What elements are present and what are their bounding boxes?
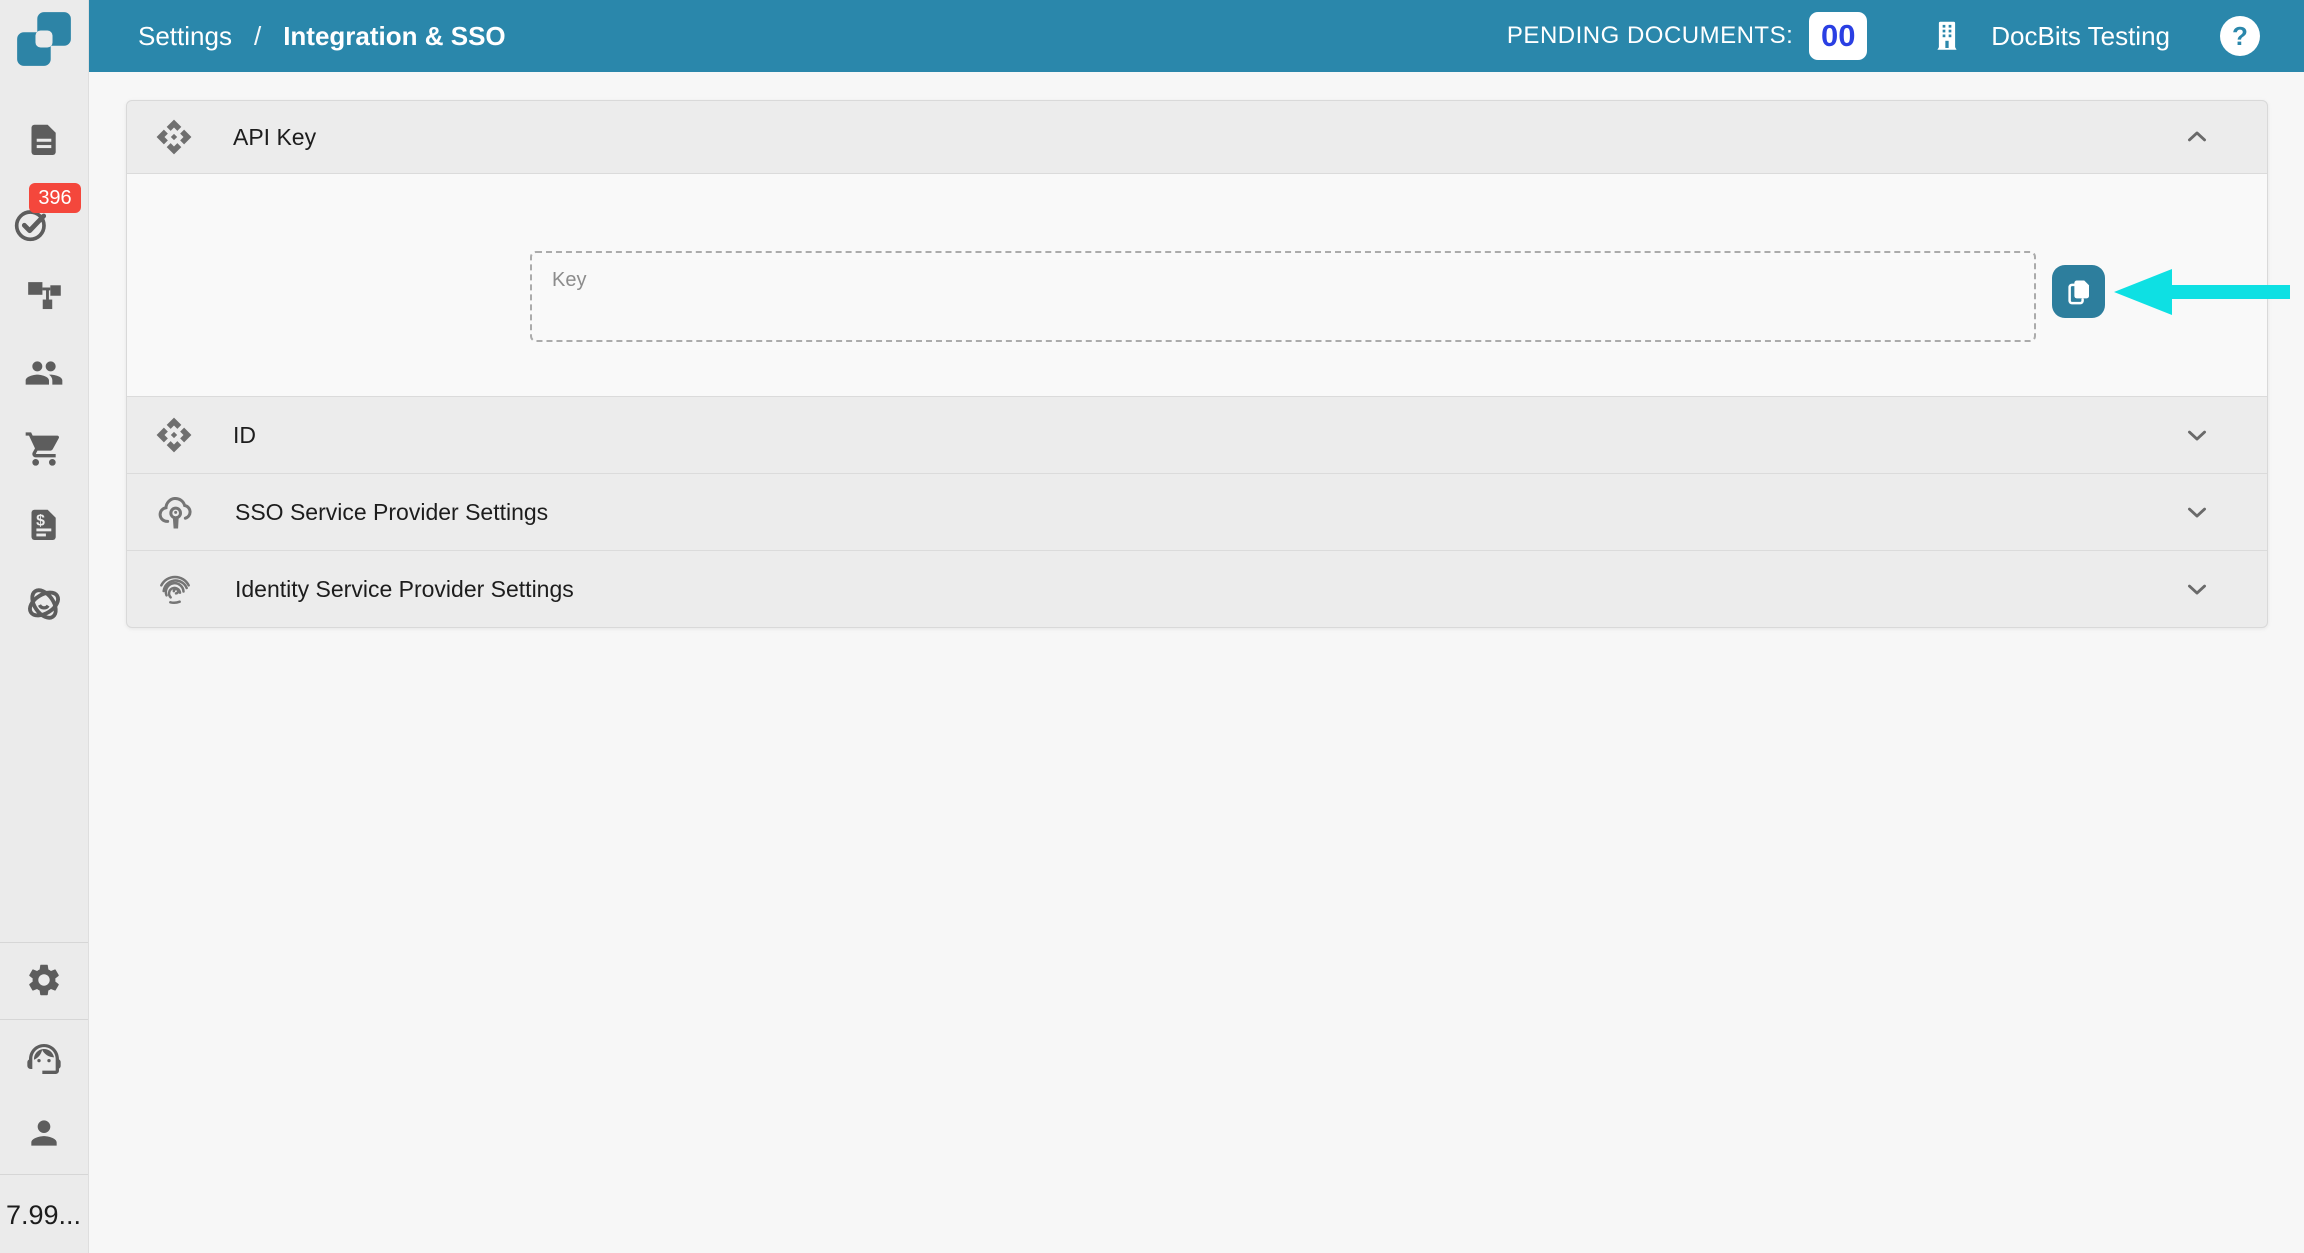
sidebar-item-support[interactable]	[0, 1039, 88, 1079]
docbits-logo[interactable]	[0, 8, 88, 70]
accordion-header-sso[interactable]: SSO Service Provider Settings	[127, 473, 2267, 550]
top-bar-right: PENDING DOCUMENTS: 00 DocBits Test	[1507, 12, 2260, 60]
sidebar-item-account[interactable]	[0, 1114, 88, 1152]
copy-icon	[2064, 277, 2094, 307]
sidebar: 396	[0, 0, 89, 1253]
docbits-logo-icon	[13, 8, 75, 70]
pending-documents-label: PENDING DOCUMENTS:	[1507, 22, 1793, 50]
sidebar-item-workflow[interactable]	[0, 275, 88, 313]
divider	[0, 1019, 88, 1020]
gear-icon	[25, 961, 63, 999]
annotation-arrow	[2114, 269, 2290, 315]
svg-text:$: $	[36, 512, 45, 529]
accordion-header-id[interactable]: ID	[127, 396, 2267, 473]
api-key-panel-body: Key	[127, 173, 2267, 396]
building-icon	[1929, 18, 1965, 54]
accordion-header-api-key[interactable]: API Key	[127, 101, 2267, 173]
chevron-down-icon	[2183, 498, 2211, 526]
building-icon-wrap	[1929, 18, 1965, 54]
chevron-down-icon	[2183, 421, 2211, 449]
api-icon	[155, 118, 193, 156]
top-bar: Settings / Integration & SSO PENDING DOC…	[88, 0, 2304, 72]
api-key-input[interactable]: Key	[530, 251, 2036, 342]
sidebar-item-orders[interactable]	[0, 429, 88, 469]
person-icon	[25, 1114, 63, 1152]
chevron-down-icon	[2183, 575, 2211, 603]
sidebar-item-approvals[interactable]: 396	[0, 183, 88, 247]
version-label: 7.99...	[6, 1200, 86, 1231]
divider	[0, 1174, 88, 1175]
api-icon	[155, 416, 193, 454]
help-button[interactable]: ?	[2220, 16, 2260, 56]
panel-title-sso: SSO Service Provider Settings	[235, 499, 548, 526]
divider	[0, 942, 88, 943]
organization-name[interactable]: DocBits Testing	[1991, 21, 2170, 52]
sidebar-item-integrations[interactable]	[0, 584, 88, 624]
fingerprint-icon	[155, 569, 195, 609]
sidebar-item-invoices[interactable]: $	[0, 506, 88, 544]
pending-documents-count: 00	[1809, 12, 1867, 60]
sidebar-item-documents[interactable]	[0, 121, 88, 159]
cart-icon	[24, 429, 64, 469]
breadcrumb: Settings / Integration & SSO	[138, 21, 506, 52]
sidebar-item-users[interactable]	[0, 353, 88, 393]
app-screen: 396	[0, 0, 2304, 1253]
accordion-header-identity[interactable]: Identity Service Provider Settings	[127, 550, 2267, 627]
panel-title-identity: Identity Service Provider Settings	[235, 576, 574, 603]
chevron-up-icon	[2183, 123, 2211, 151]
people-icon	[24, 353, 64, 393]
orbit-icon	[24, 584, 64, 624]
api-key-field-label: Key	[552, 269, 586, 292]
breadcrumb-current-page: Integration & SSO	[283, 21, 505, 52]
settings-accordion: API Key Key	[126, 100, 2268, 628]
document-icon	[25, 121, 63, 159]
headset-icon	[24, 1039, 64, 1079]
breadcrumb-separator: /	[254, 21, 261, 52]
invoice-icon: $	[25, 506, 63, 544]
cloud-key-icon	[155, 492, 195, 532]
panel-title-id: ID	[233, 422, 256, 449]
copy-api-key-button[interactable]	[2052, 265, 2105, 318]
approvals-count-badge: 396	[29, 183, 81, 213]
breadcrumb-settings[interactable]: Settings	[138, 21, 232, 52]
panel-title-api-key: API Key	[233, 124, 316, 151]
question-mark-icon: ?	[2232, 21, 2248, 52]
sidebar-item-settings[interactable]	[0, 961, 88, 999]
workflow-icon	[25, 275, 63, 313]
